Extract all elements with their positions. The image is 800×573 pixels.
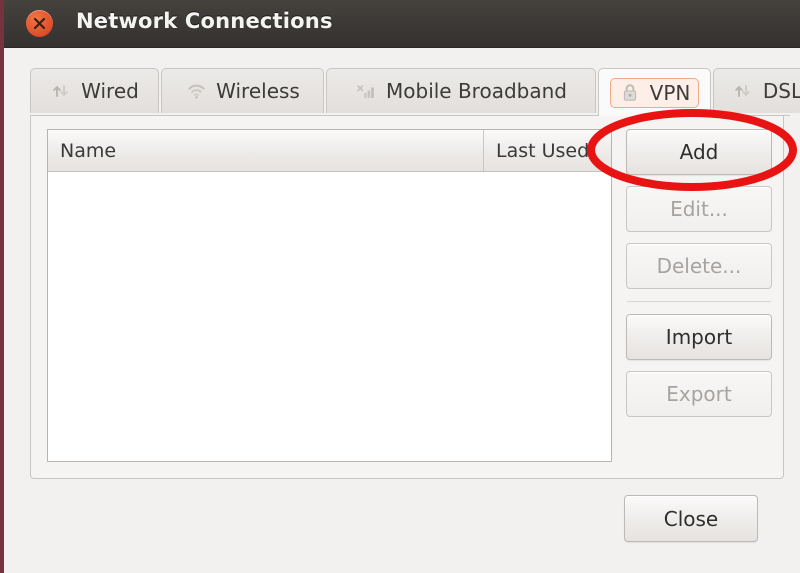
import-button[interactable]: Import — [626, 314, 772, 360]
tab-vpn-label: VPN — [649, 80, 691, 105]
tab-vpn-focus-ring: VPN — [609, 77, 700, 108]
vpn-tab-panel: Name Last Used Add Edit... Delete... Imp… — [30, 115, 784, 479]
close-button[interactable]: Close — [624, 495, 758, 542]
up-down-arrows-icon — [50, 80, 72, 102]
tab-bar: Wired Wireless Mobile Broadband VPN DSL — [30, 68, 800, 116]
tab-mobile-broadband-label: Mobile Broadband — [386, 79, 567, 103]
signal-bars-icon — [355, 80, 377, 102]
window-close-icon[interactable] — [26, 10, 53, 37]
delete-button[interactable]: Delete... — [626, 243, 772, 289]
connection-list-body[interactable] — [48, 172, 611, 461]
export-button[interactable]: Export — [626, 371, 772, 417]
connection-actions: Add Edit... Delete... Import Export — [626, 129, 772, 417]
up-down-arrows-icon — [732, 80, 754, 102]
column-header-last-used[interactable]: Last Used — [484, 130, 611, 171]
tab-mobile-broadband[interactable]: Mobile Broadband — [326, 68, 596, 113]
title-bar: Network Connections — [4, 0, 800, 48]
tab-vpn[interactable]: VPN — [598, 68, 711, 116]
connection-list-header: Name Last Used — [48, 130, 611, 172]
add-button[interactable]: Add — [626, 129, 772, 175]
tab-wired[interactable]: Wired — [30, 68, 159, 113]
tab-wireless[interactable]: Wireless — [161, 68, 324, 113]
network-connections-window: Network Connections Wired Wireless Mobil… — [0, 0, 800, 573]
dialog-action-area: Close — [30, 495, 784, 555]
tab-wired-label: Wired — [81, 79, 139, 103]
tab-wireless-label: Wireless — [216, 79, 300, 103]
window-title: Network Connections — [76, 9, 333, 33]
wifi-signal-icon — [185, 80, 207, 102]
column-header-name[interactable]: Name — [48, 130, 484, 171]
tab-dsl[interactable]: DSL — [713, 68, 800, 113]
edit-button[interactable]: Edit... — [626, 186, 772, 232]
tab-dsl-label: DSL — [762, 79, 800, 103]
button-separator — [627, 301, 771, 302]
padlock-icon — [619, 82, 641, 104]
connection-list[interactable]: Name Last Used — [47, 129, 612, 462]
